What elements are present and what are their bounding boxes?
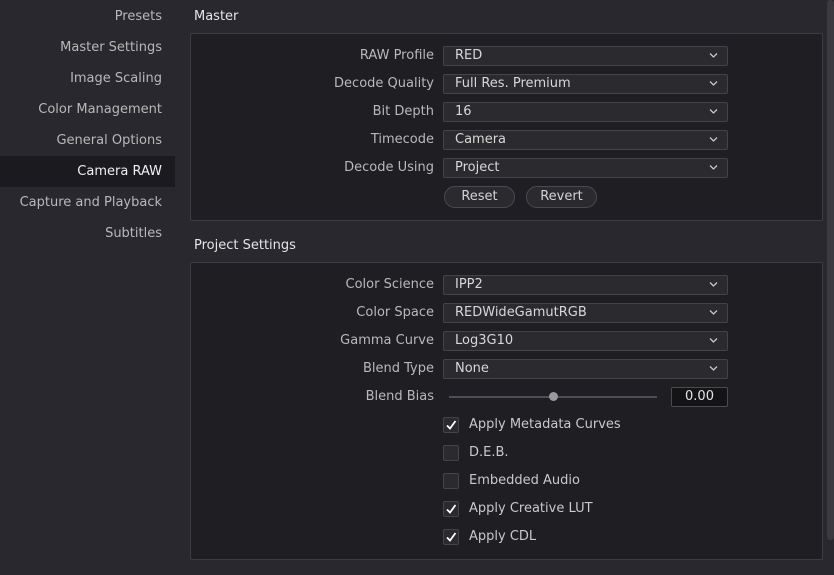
- apply-creative-lut-label[interactable]: Apply Creative LUT: [469, 501, 593, 517]
- color-space-value: REDWideGamutRGB: [455, 305, 587, 320]
- raw-profile-label: RAW Profile: [359, 48, 434, 63]
- decode-using-dropdown[interactable]: Project: [443, 158, 728, 178]
- bit-depth-label: Bit Depth: [372, 104, 434, 119]
- reset-button[interactable]: Reset: [444, 186, 515, 208]
- timecode-value: Camera: [455, 132, 507, 147]
- apply-cdl-checkbox[interactable]: [443, 529, 459, 545]
- decode-using-value: Project: [455, 160, 500, 175]
- embedded-audio-label[interactable]: Embedded Audio: [469, 473, 580, 489]
- chevron-down-icon: [709, 282, 718, 287]
- sidebar-item-general-options[interactable]: General Options: [56, 125, 162, 156]
- blend-bias-input[interactable]: 0.00: [671, 387, 728, 407]
- raw-profile-dropdown[interactable]: RED: [443, 46, 728, 66]
- apply-metadata-curves-label[interactable]: Apply Metadata Curves: [469, 417, 621, 433]
- blend-type-value: None: [455, 361, 489, 376]
- blend-type-dropdown[interactable]: None: [443, 359, 728, 379]
- chevron-down-icon: [709, 165, 718, 170]
- bit-depth-dropdown[interactable]: 16: [443, 102, 728, 122]
- deb-checkbox[interactable]: [443, 445, 459, 461]
- gamma-curve-value: Log3G10: [455, 333, 514, 348]
- checkmark-icon: [446, 532, 457, 542]
- apply-creative-lut-checkbox[interactable]: [443, 501, 459, 517]
- apply-cdl-label[interactable]: Apply CDL: [469, 529, 536, 545]
- project-settings-section-title: Project Settings: [194, 238, 296, 253]
- sidebar-item-subtitles[interactable]: Subtitles: [105, 218, 162, 249]
- settings-sidebar: Presets Master Settings Image Scaling Co…: [0, 0, 175, 575]
- apply-metadata-curves-checkbox[interactable]: [443, 417, 459, 433]
- scrollbar[interactable]: [827, 0, 834, 540]
- decode-quality-dropdown[interactable]: Full Res. Premium: [443, 74, 728, 94]
- chevron-down-icon: [709, 366, 718, 371]
- sidebar-item-master-settings[interactable]: Master Settings: [60, 32, 162, 63]
- decode-quality-label: Decode Quality: [334, 76, 434, 91]
- decode-quality-value: Full Res. Premium: [455, 76, 571, 91]
- timecode-label: Timecode: [370, 132, 434, 147]
- embedded-audio-checkbox[interactable]: [443, 473, 459, 489]
- chevron-down-icon: [709, 137, 718, 142]
- color-science-value: IPP2: [455, 277, 483, 292]
- bit-depth-value: 16: [455, 104, 472, 119]
- color-science-label: Color Science: [345, 277, 434, 292]
- chevron-down-icon: [709, 109, 718, 114]
- gamma-curve-dropdown[interactable]: Log3G10: [443, 331, 728, 351]
- chevron-down-icon: [709, 338, 718, 343]
- timecode-dropdown[interactable]: Camera: [443, 130, 728, 150]
- blend-bias-label: Blend Bias: [365, 389, 434, 404]
- sidebar-item-color-management[interactable]: Color Management: [38, 94, 162, 125]
- blend-bias-slider-handle[interactable]: [549, 392, 558, 401]
- raw-profile-value: RED: [455, 48, 483, 63]
- chevron-down-icon: [709, 81, 718, 86]
- chevron-down-icon: [709, 53, 718, 58]
- color-space-label: Color Space: [356, 305, 434, 320]
- checkmark-icon: [446, 420, 457, 430]
- checkmark-icon: [446, 504, 457, 514]
- deb-label[interactable]: D.E.B.: [469, 445, 509, 461]
- sidebar-item-camera-raw[interactable]: Camera RAW: [0, 156, 175, 187]
- sidebar-item-presets[interactable]: Presets: [115, 1, 162, 32]
- revert-button[interactable]: Revert: [526, 186, 597, 208]
- gamma-curve-label: Gamma Curve: [340, 333, 434, 348]
- color-science-dropdown[interactable]: IPP2: [443, 275, 728, 295]
- decode-using-label: Decode Using: [344, 160, 434, 175]
- color-space-dropdown[interactable]: REDWideGamutRGB: [443, 303, 728, 323]
- master-section-title: Master: [194, 9, 239, 24]
- sidebar-item-capture-and-playback[interactable]: Capture and Playback: [20, 187, 162, 218]
- blend-type-label: Blend Type: [362, 361, 434, 376]
- sidebar-item-image-scaling[interactable]: Image Scaling: [70, 63, 162, 94]
- chevron-down-icon: [709, 310, 718, 315]
